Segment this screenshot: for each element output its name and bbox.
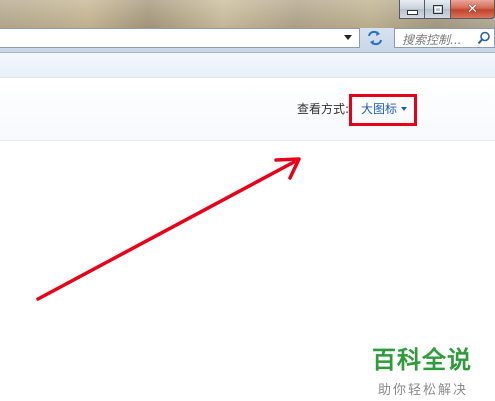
window-controls: ✕ — [399, 0, 495, 20]
watermark-subtitle: 助你轻松解决 — [378, 383, 469, 398]
watermark: 百科全说 助你轻松解决 — [372, 340, 487, 398]
minimize-icon — [406, 9, 418, 15]
restore-icon — [432, 4, 443, 14]
close-icon: ✕ — [467, 1, 478, 17]
minimize-button[interactable] — [399, 0, 425, 19]
restore-button[interactable] — [425, 0, 451, 19]
close-button[interactable]: ✕ — [451, 0, 495, 19]
watermark-title: 百科全说 — [372, 346, 472, 374]
